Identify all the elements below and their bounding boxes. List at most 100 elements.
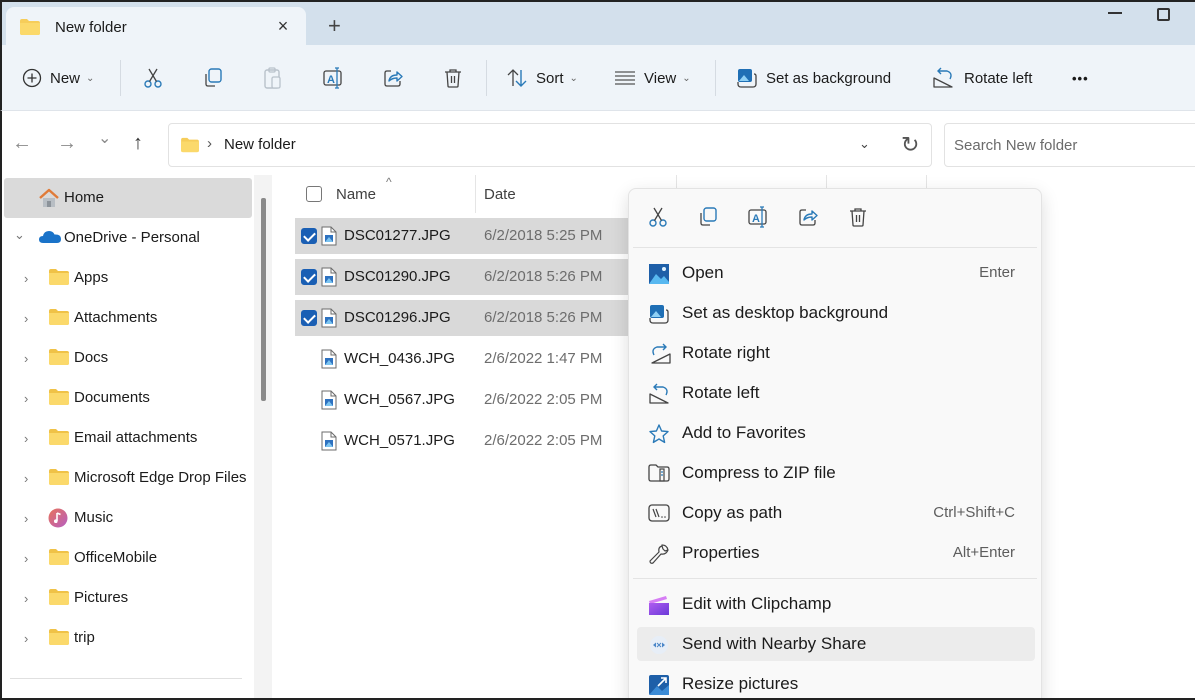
chevron-right-icon[interactable]: ›: [24, 511, 28, 526]
menu-item-label: Add to Favorites: [682, 423, 806, 442]
up-button[interactable]: ↑: [133, 133, 143, 153]
sidebar-item-documents[interactable]: › Documents: [4, 378, 252, 418]
context-rename-button[interactable]: A: [747, 206, 771, 232]
chevron-right-icon[interactable]: ›: [24, 391, 28, 406]
chevron-right-icon[interactable]: ›: [24, 431, 28, 446]
home-icon: [38, 188, 60, 212]
chevron-right-icon[interactable]: ›: [24, 271, 28, 286]
file-row[interactable]: WCH_0567.JPG 2/6/2022 2:05 PM: [295, 382, 635, 418]
column-header-name[interactable]: Name ^: [336, 175, 392, 213]
sidebar-item-microsoft-edge-drop-files[interactable]: › Microsoft Edge Drop Files: [4, 458, 252, 498]
sidebar-item-onedrive-personal[interactable]: ⌄ OneDrive - Personal: [4, 218, 252, 258]
refresh-button[interactable]: ↻: [901, 132, 919, 158]
sort-arrows-icon: [506, 68, 528, 88]
sidebar-item-docs[interactable]: › Docs: [4, 338, 252, 378]
recent-locations-button[interactable]: ⌄: [98, 129, 111, 149]
new-tab-button[interactable]: +: [328, 15, 341, 37]
address-bar[interactable]: › New folder ⌄ ↻: [168, 123, 932, 167]
folder-icon: [19, 18, 41, 36]
menu-item-add-to-favorites[interactable]: Add to Favorites: [637, 416, 1035, 450]
context-delete-button[interactable]: [847, 206, 869, 232]
view-button[interactable]: View ⌄: [614, 45, 691, 111]
share-button[interactable]: [382, 45, 404, 111]
more-options-button[interactable]: •••: [1072, 45, 1089, 111]
new-button[interactable]: New ⌄: [22, 45, 94, 111]
file-row[interactable]: WCH_0436.JPG 2/6/2022 1:47 PM: [295, 341, 635, 377]
image-file-icon: [321, 226, 337, 250]
chevron-right-icon[interactable]: ›: [24, 631, 28, 646]
file-row[interactable]: DSC01296.JPG 6/2/2018 5:26 PM: [295, 300, 635, 336]
context-copy-button[interactable]: [697, 206, 719, 232]
column-header-date[interactable]: Date: [484, 175, 516, 213]
divider: [715, 60, 716, 96]
cut-button[interactable]: [142, 45, 164, 111]
view-list-icon: [614, 70, 636, 86]
chevron-right-icon[interactable]: ›: [24, 551, 28, 566]
search-box[interactable]: [944, 123, 1195, 167]
menu-item-set-as-desktop-background[interactable]: Set as desktop background: [637, 296, 1035, 330]
menu-item-edit-with-clipchamp[interactable]: Edit with Clipchamp: [637, 587, 1035, 621]
menu-item-rotate-left[interactable]: Rotate left: [637, 376, 1035, 410]
delete-button[interactable]: [442, 45, 464, 111]
column-name-label: Name: [336, 185, 377, 203]
set-as-background-button[interactable]: Set as background: [736, 45, 891, 111]
rename-button[interactable]: A: [322, 45, 346, 111]
select-all-checkbox[interactable]: [306, 186, 322, 202]
onedrive-cloud-icon: [38, 228, 62, 248]
breadcrumb-new-folder[interactable]: New folder: [224, 136, 296, 153]
menu-item-shortcut: Enter: [979, 264, 1015, 281]
menu-item-open[interactable]: Open Enter: [637, 256, 1035, 290]
chevron-right-icon[interactable]: ›: [24, 351, 28, 366]
sidebar-item-music[interactable]: › Music: [4, 498, 252, 538]
sidebar-scrollbar-thumb[interactable]: [261, 198, 266, 401]
sidebar-scrollbar[interactable]: [254, 175, 274, 700]
file-row[interactable]: DSC01277.JPG 6/2/2018 5:25 PM: [295, 218, 635, 254]
chevron-right-icon[interactable]: ›: [24, 311, 28, 326]
minimize-button[interactable]: [1108, 12, 1122, 14]
sort-button[interactable]: Sort ⌄: [506, 45, 578, 111]
forward-button[interactable]: →: [57, 133, 77, 153]
chevron-down-icon[interactable]: ⌄: [14, 227, 25, 243]
sidebar-item-officemobile[interactable]: › OfficeMobile: [4, 538, 252, 578]
command-bar: New ⌄ A Sort ⌄ View ⌄ Set as background …: [0, 45, 1195, 111]
file-row[interactable]: WCH_0571.JPG 2/6/2022 2:05 PM: [295, 423, 635, 459]
context-cut-button[interactable]: [647, 206, 669, 232]
back-button[interactable]: ←: [12, 133, 32, 153]
sidebar-item-trip[interactable]: › trip: [4, 618, 252, 658]
sidebar-item-email-attachments[interactable]: › Email attachments: [4, 418, 252, 458]
file-date: 6/2/2018 5:26 PM: [484, 309, 603, 326]
tab-new-folder[interactable]: New folder ×: [6, 7, 306, 47]
rotate-left-button[interactable]: Rotate left: [932, 45, 1032, 111]
menu-item-compress-to-zip-file[interactable]: Compress to ZIP file: [637, 456, 1035, 490]
address-dropdown-button[interactable]: ⌄: [859, 136, 870, 152]
file-name: DSC01290.JPG: [344, 268, 451, 285]
menu-item-copy-as-path[interactable]: Copy as path Ctrl+Shift+C: [637, 496, 1035, 530]
sidebar-item-apps[interactable]: › Apps: [4, 258, 252, 298]
file-checkbox[interactable]: [301, 228, 317, 244]
maximize-button[interactable]: [1157, 8, 1170, 21]
menu-item-label: Set as desktop background: [682, 303, 889, 322]
rename-icon: A: [322, 67, 346, 89]
close-tab-icon[interactable]: ×: [274, 17, 292, 35]
menu-item-send-with-nearby-share[interactable]: Send with Nearby Share: [637, 627, 1035, 661]
column-divider[interactable]: [475, 175, 476, 213]
paste-button[interactable]: [262, 45, 284, 111]
context-share-button[interactable]: [797, 206, 819, 232]
menu-item-properties[interactable]: Properties Alt+Enter: [637, 536, 1035, 570]
image-file-icon: [321, 267, 337, 291]
select-all-checkbox-cell[interactable]: [306, 175, 322, 213]
search-input[interactable]: [945, 124, 1185, 166]
file-checkbox[interactable]: [301, 310, 317, 326]
sidebar-item-pictures[interactable]: › Pictures: [4, 578, 252, 618]
menu-item-resize-pictures[interactable]: Resize pictures: [637, 667, 1035, 700]
chevron-right-icon[interactable]: ›: [24, 591, 28, 606]
sidebar-item-home[interactable]: Home: [4, 178, 252, 218]
file-row[interactable]: DSC01290.JPG 6/2/2018 5:26 PM: [295, 259, 635, 295]
file-checkbox[interactable]: [301, 269, 317, 285]
copy-button[interactable]: [202, 45, 224, 111]
menu-item-rotate-right[interactable]: Rotate right: [637, 336, 1035, 370]
chevron-right-icon[interactable]: ›: [24, 471, 28, 486]
sidebar-item-attachments[interactable]: › Attachments: [4, 298, 252, 338]
sidebar-item-label: Attachments: [74, 309, 158, 326]
image-file-icon: [321, 349, 337, 373]
